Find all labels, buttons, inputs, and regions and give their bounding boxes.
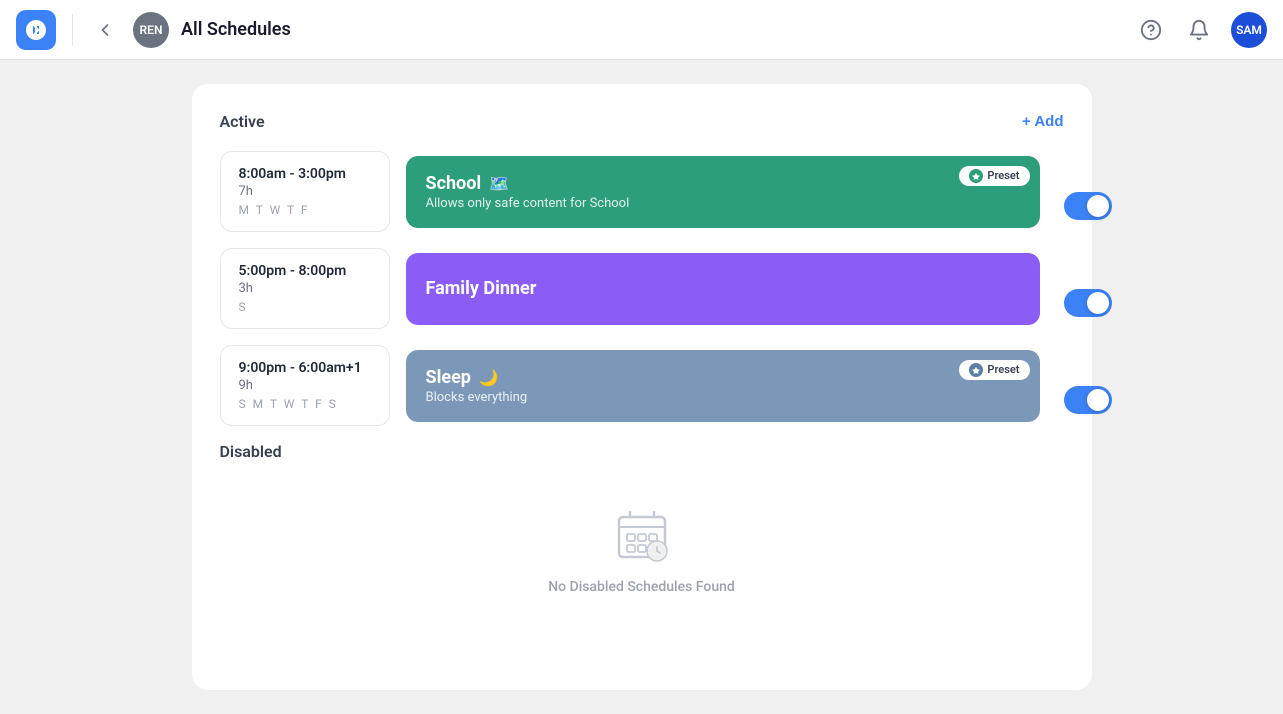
back-button[interactable] [89,14,121,46]
help-button[interactable] [1135,14,1167,46]
time-card-family: 5:00pm - 8:00pm 3h S [220,248,390,329]
main-content: Active + Add 8:00am - 3:00pm 7h M T W T … [0,60,1283,714]
preset-icon-school [969,169,983,183]
time-card-sleep: 9:00pm - 6:00am+1 9h S M T W T F S [220,345,390,426]
time-card-school: 8:00am - 3:00pm 7h M T W T F [220,151,390,232]
schedule-card-sleep[interactable]: Preset Sleep 🌙 Blocks everything [406,350,1040,422]
disabled-section-label: Disabled [220,442,1064,461]
preset-icon-sleep [969,363,983,377]
time-days-school: M T W T F [239,203,371,217]
schedule-name-sleep: Sleep 🌙 [426,367,1020,388]
time-days-family: S [239,300,371,314]
schedule-desc-sleep: Blocks everything [426,390,1020,405]
nav-divider [72,14,73,46]
schedule-row-family: 5:00pm - 8:00pm 3h S Family Dinner [220,248,1064,329]
schedule-name-school: School 🗺️ [426,173,1020,194]
preset-badge-school: Preset [959,166,1029,186]
schedule-desc-school: Allows only safe content for School [426,196,1020,211]
schedule-row-school: 8:00am - 3:00pm 7h M T W T F Preset Scho… [220,151,1064,232]
preset-badge-sleep: Preset [959,360,1029,380]
disabled-section: Disabled [220,442,1064,603]
active-section-label: Active [220,112,265,131]
user-avatar-ren: REN [133,12,169,48]
app-logo[interactable] [16,10,56,50]
time-duration-sleep: 9h [239,378,371,393]
time-range-school: 8:00am - 3:00pm [239,166,371,182]
preset-label-sleep: Preset [987,363,1019,376]
top-navigation: REN All Schedules SAM [0,0,1283,60]
preset-label-school: Preset [987,169,1019,182]
nav-icons: SAM [1135,12,1267,48]
schedule-card-family[interactable]: Family Dinner [406,253,1040,325]
schedule-name-family: Family Dinner [426,278,1020,299]
active-section-header: Active + Add [220,112,1064,131]
empty-state: No Disabled Schedules Found [220,477,1064,603]
time-days-sleep: S M T W T F S [239,397,371,411]
schedule-card-school[interactable]: Preset School 🗺️ Allows only safe conten… [406,156,1040,228]
time-duration-school: 7h [239,184,371,199]
user-avatar-sam[interactable]: SAM [1231,12,1267,48]
schedules-card: Active + Add 8:00am - 3:00pm 7h M T W T … [192,84,1092,690]
empty-state-text: No Disabled Schedules Found [548,579,735,595]
notifications-button[interactable] [1183,14,1215,46]
add-button[interactable]: + Add [1022,113,1064,130]
time-range-family: 5:00pm - 8:00pm [239,263,371,279]
time-range-sleep: 9:00pm - 6:00am+1 [239,360,371,376]
schedule-row-sleep: 9:00pm - 6:00am+1 9h S M T W T F S Prese… [220,345,1064,426]
time-duration-family: 3h [239,281,371,296]
page-title: All Schedules [181,19,291,40]
empty-calendar-icon [615,509,669,567]
